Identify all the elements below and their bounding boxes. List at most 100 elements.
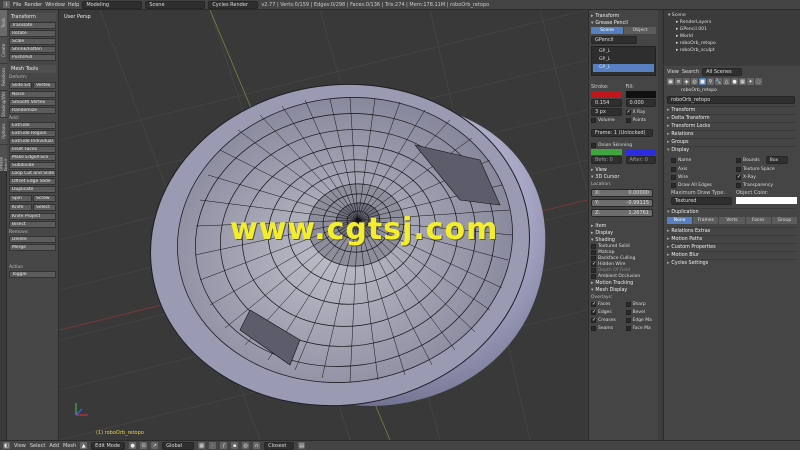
display-panel-header[interactable]: Display (591, 231, 656, 236)
menu-select[interactable]: Select (30, 443, 45, 449)
cursor-z-field[interactable]: Z: 1.26761 (591, 209, 653, 217)
overlay-faces-checkbox[interactable]: Faces (591, 302, 622, 307)
3d-viewport[interactable]: User Persp (1) roboOrb_retopo www.cgtsj.… (60, 10, 587, 440)
section-display[interactable]: Display (667, 146, 797, 154)
pivot-point-icon[interactable]: ⊙ (140, 442, 148, 449)
menu-window[interactable]: Window (45, 2, 65, 8)
tab-grease-pencil[interactable]: Grease Pencil (0, 145, 9, 171)
tab-options[interactable]: Options (0, 118, 7, 144)
edge-select-icon[interactable]: / (220, 442, 228, 449)
section-duplication[interactable]: Duplication (667, 208, 797, 216)
display-texture-space-checkbox[interactable]: Texture Space (736, 167, 797, 172)
overlay-sharp-checkbox[interactable]: Sharp (625, 302, 657, 307)
overlay-face-marks-checkbox[interactable]: Face Ma (625, 326, 657, 331)
hidden-wire-checkbox[interactable]: Hidden Wire (591, 262, 656, 267)
onion-skinning-checkbox[interactable]: Onion Skinning (591, 143, 656, 148)
overlay-edges-checkbox[interactable]: Edges (591, 310, 622, 315)
delete-dropdown[interactable]: Delete (9, 236, 56, 243)
physics-tab-icon[interactable]: ◌ (755, 78, 762, 85)
scene-tab-icon[interactable]: ◈ (683, 78, 690, 85)
gpencil-datablock-field[interactable]: GPencil (591, 36, 637, 44)
display-transparency-checkbox[interactable]: Transparency (736, 183, 797, 188)
max-draw-type-dropdown[interactable]: Textured (671, 197, 732, 205)
outliner-item-world[interactable]: ▸ World (668, 33, 796, 40)
gp-layer-item[interactable]: GP_L (593, 64, 654, 72)
after-frames-field[interactable]: After: 0 (625, 156, 656, 164)
props-view-menu[interactable]: View (667, 69, 679, 75)
mesh-display-panel-header[interactable]: Mesh Display (591, 288, 656, 293)
grease-pencil-panel-header[interactable]: Grease Pencil (591, 21, 656, 26)
overlay-bevel-checkbox[interactable]: Bevel (625, 310, 657, 315)
noise-button[interactable]: Noise (9, 91, 56, 98)
render-tab-icon[interactable]: ▣ (667, 78, 674, 85)
volume-checkbox[interactable]: Volume (591, 118, 622, 123)
overlay-edge-marks-checkbox[interactable]: Edge Ma (625, 318, 657, 323)
frame-field[interactable]: Frame: 1 (Unlocked) (591, 129, 653, 137)
outliner-item-renderlayers[interactable]: ▸ RenderLayers (668, 19, 796, 26)
layout-selector[interactable]: Modeling (82, 0, 143, 9)
extrude-individual-button[interactable]: Extrude Individual (9, 138, 56, 145)
editor-type-icon[interactable]: ◧ (3, 442, 10, 449)
menu-help[interactable]: Help (68, 2, 79, 8)
layers-tab-icon[interactable]: ≡ (675, 78, 682, 85)
gp-object-toggle[interactable]: Object (624, 27, 656, 34)
texture-tab-icon[interactable]: ▦ (739, 78, 746, 85)
cursor-y-field[interactable]: Y: -0.99115 (591, 199, 653, 207)
scale-button[interactable]: Scale (9, 38, 56, 45)
gp-scene-toggle[interactable]: Scene (591, 27, 623, 34)
stroke-color-swatch[interactable] (591, 91, 622, 98)
props-search-menu[interactable]: Search (682, 69, 699, 75)
knife-button[interactable]: Knife (9, 204, 32, 211)
render-preview-icon[interactable]: ▤ (298, 442, 306, 449)
cursor-x-field[interactable]: X: 0.00000 (591, 189, 653, 197)
scene-selector[interactable]: Scene (145, 0, 206, 9)
menu-add[interactable]: Add (49, 443, 59, 449)
knife-project-button[interactable]: Knife Project (9, 213, 56, 220)
item-panel-header[interactable]: Item (591, 224, 656, 229)
face-select-icon[interactable]: ▪ (231, 442, 239, 449)
translate-button[interactable]: Translate (9, 22, 56, 29)
section-relations[interactable]: Relations (667, 130, 797, 138)
duplicate-button[interactable]: Duplicate (9, 186, 56, 193)
section-custom-properties[interactable]: Custom Properties (667, 243, 797, 251)
fill-color-swatch[interactable] (625, 91, 656, 98)
backface-culling-checkbox[interactable]: Backface Culling (591, 256, 656, 261)
section-relations-extras[interactable]: Relations Extras (667, 227, 797, 235)
constraints-tab-icon[interactable]: ⚲ (707, 78, 714, 85)
gp-layer-item[interactable]: GP_L (593, 56, 654, 64)
tab-shading-uvs[interactable]: Shading/UVs (0, 91, 7, 117)
push-pull-button[interactable]: Push/Pull (9, 54, 56, 61)
extrude-dropdown[interactable]: Extrude (9, 122, 56, 129)
knife-select-button[interactable]: Select (33, 204, 56, 211)
depth-of-field-checkbox[interactable]: Depth Of Field (591, 268, 656, 273)
snap-target-dropdown[interactable]: Closest (264, 441, 295, 450)
inset-faces-button[interactable]: Inset Faces (9, 146, 56, 153)
display-bounds-checkbox[interactable]: Bounds Box (736, 156, 797, 164)
shading-mode-icon[interactable]: ● (129, 442, 137, 449)
matcap-checkbox[interactable]: Matcap (591, 250, 656, 255)
slide-edge-button[interactable]: Slide Ed (9, 82, 32, 89)
after-color-swatch[interactable] (625, 149, 656, 155)
mode-dropdown[interactable]: Edit Mode (91, 441, 126, 450)
spin-button[interactable]: Spin (9, 195, 32, 202)
gp-layer-item[interactable]: GP_L (593, 48, 654, 56)
section-groups[interactable]: Groups (667, 138, 797, 146)
object-name-field[interactable]: roboOrb_retopo (667, 96, 795, 104)
view-panel-header[interactable]: View (591, 168, 656, 173)
display-name-checkbox[interactable]: Name (671, 156, 732, 164)
3d-cursor-panel-header[interactable]: 3D Cursor (591, 175, 656, 180)
points-checkbox[interactable]: Points (625, 118, 657, 123)
transform-panel-header[interactable]: Transform (591, 14, 656, 19)
dup-group-toggle[interactable]: Group (771, 217, 798, 224)
menu-render[interactable]: Render (24, 2, 42, 8)
section-motion-paths[interactable]: Motion Paths (667, 235, 797, 243)
all-scenes-dropdown[interactable]: All Scenes (702, 68, 743, 76)
menu-mesh[interactable]: Mesh (63, 443, 76, 449)
fill-opacity-field[interactable]: 0.000 (625, 99, 656, 107)
extrude-region-button[interactable]: Extrude Region (9, 130, 56, 137)
subdivide-button[interactable]: Subdivide (9, 162, 56, 169)
tab-create[interactable]: Create (0, 37, 7, 63)
outliner-item-gpencil[interactable]: ▸ GPencil.001 (668, 26, 796, 33)
editor-type-icon[interactable]: i (3, 1, 10, 8)
overlay-seams-checkbox[interactable]: Seams (591, 326, 622, 331)
